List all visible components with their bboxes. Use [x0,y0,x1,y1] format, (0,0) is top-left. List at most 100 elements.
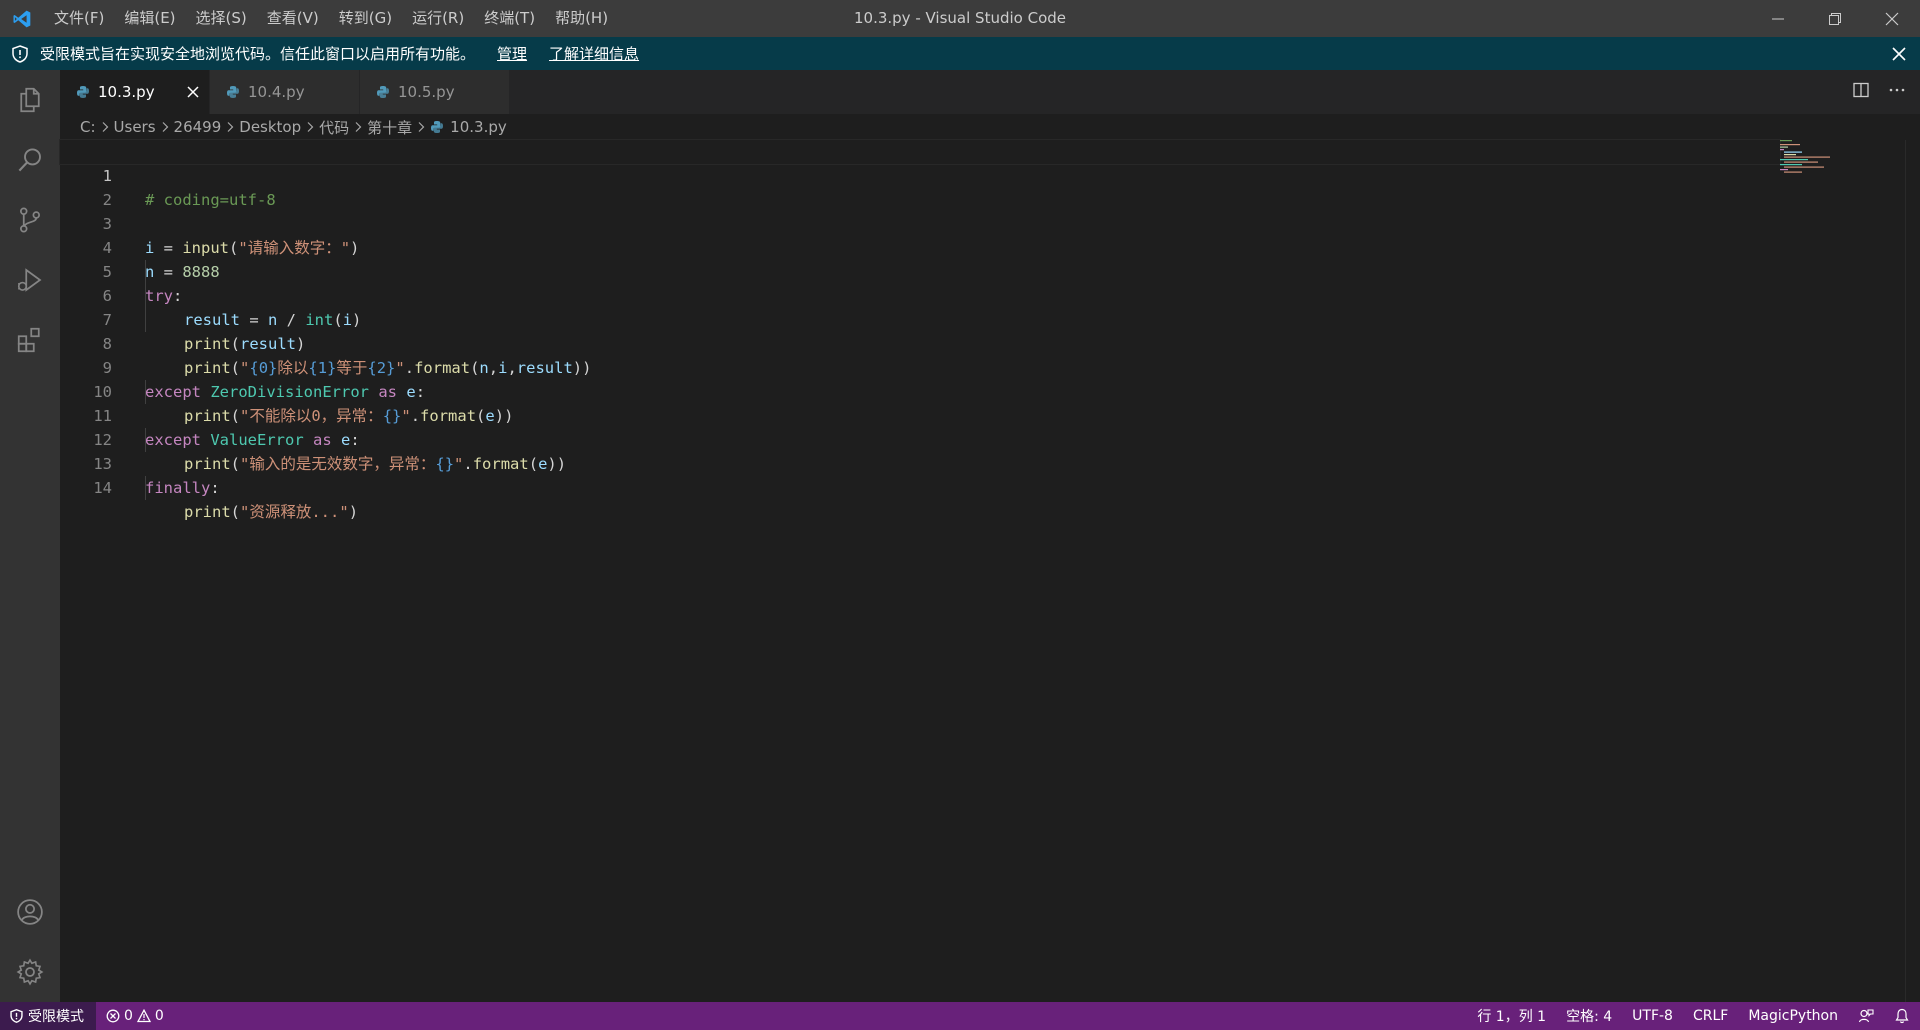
search-button[interactable] [0,130,60,190]
code-line[interactable]: 7 print(result) [60,284,1780,353]
code-line[interactable]: 10 print("不能除以0，异常：{}".format(e)) [60,356,1780,425]
notifications-button[interactable] [1884,1002,1920,1030]
code-line[interactable]: 12 print("输入的是无效数字，异常：{}".format(e)) [60,404,1780,473]
tab-10-4-py[interactable]: 10.4.py [210,70,360,114]
warning-icon [136,1009,151,1023]
explorer-button[interactable] [0,70,60,130]
code-line[interactable]: 14 print("资源释放...") [60,452,1780,521]
menu-terminal[interactable]: 终端(T) [474,0,545,37]
vertical-scrollbar[interactable] [1905,140,1920,1002]
python-file-icon [226,85,240,99]
gear-icon [16,958,44,986]
code-line[interactable]: 2 [60,164,1780,209]
menu-view[interactable]: 查看(V) [257,0,329,37]
activity-bar-bottom [0,882,60,1002]
banner-manage-link[interactable]: 管理 [497,43,527,64]
error-count: 0 [124,1008,133,1024]
breadcrumb-desktop[interactable]: Desktop [239,118,301,136]
vscode-logo-icon[interactable] [0,0,44,37]
restricted-mode-label: 受限模式 [28,1009,84,1025]
tab-label: 10.5.py [398,83,455,101]
punct-token: : [210,479,220,497]
breadcrumb-file[interactable]: 10.3.py [430,118,507,136]
bell-icon [1895,1008,1909,1024]
banner-close-button[interactable] [1892,37,1906,70]
code-line[interactable]: 8 print("{0}除以{1}等于{2}".format(n,i,resul… [60,308,1780,377]
punct-token: ) [348,503,359,521]
accounts-button[interactable] [0,882,60,942]
code-line[interactable]: 11 except ValueError as e: [60,380,1780,449]
tab-close-button[interactable] [187,70,199,114]
close-window-button[interactable] [1863,0,1920,37]
encoding-setting[interactable]: UTF-8 [1622,1002,1683,1030]
source-control-button[interactable] [0,190,60,250]
tab-10-5-py[interactable]: 10.5.py [360,70,510,114]
menu-help[interactable]: 帮助(H) [545,0,618,37]
files-icon [20,87,40,113]
minimap[interactable] [1780,140,1840,176]
python-file-icon [76,85,90,99]
status-bar-left: 受限模式 0 0 [0,1002,174,1030]
menu-bar: 文件(F) 编辑(E) 选择(S) 查看(V) 转到(G) 运行(R) 终端(T… [44,0,618,37]
language-mode[interactable]: MagicPython [1738,1002,1848,1030]
minimize-button[interactable] [1749,0,1806,37]
minimize-icon [1771,18,1784,19]
breadcrumb-file-label: 10.3.py [450,118,507,136]
code-line[interactable]: 9 except ZeroDivisionError as e: [60,332,1780,401]
menu-file[interactable]: 文件(F) [44,0,114,37]
error-icon [106,1009,120,1023]
menu-edit[interactable]: 编辑(E) [114,0,185,37]
line-number: 14 [93,479,112,497]
extensions-icon [17,327,40,353]
tab-bar: 10.3.py 10.4.py 10.5.py [60,70,1920,114]
banner-learn-more-link[interactable]: 了解详细信息 [549,43,639,64]
chevron-right-icon [417,121,425,133]
string-token: "资源释放..." [240,503,349,521]
breadcrumb-drive[interactable]: C: [80,118,96,136]
menu-selection[interactable]: 选择(S) [186,0,257,37]
func-token: print [184,503,231,521]
code-line[interactable]: 3 i = input("请输入数字：") [60,188,1780,257]
tab-10-3-py[interactable]: 10.3.py [60,70,210,114]
chevron-right-icon [226,121,234,133]
menu-go[interactable]: 转到(G) [329,0,402,37]
restricted-mode-indicator[interactable]: 受限模式 [0,1002,96,1030]
run-debug-button[interactable] [0,250,60,310]
restricted-mode-banner: 受限模式旨在实现安全地浏览代码。信任此窗口以启用所有功能。 管理 了解详细信息 [0,37,1920,70]
code-line[interactable]: 5 try: [60,236,1780,305]
code-editor[interactable]: 1 # coding=utf-8 2 3 i = input("请输入数字：")… [59,139,1920,1002]
title-bar: 文件(F) 编辑(E) 选择(S) 查看(V) 转到(G) 运行(R) 终端(T… [0,0,1920,37]
code-line[interactable]: 13 finally: [60,428,1780,497]
code-line[interactable]: 4 n = 8888 [60,212,1780,281]
close-icon [1892,46,1906,61]
manage-settings-button[interactable] [0,942,60,1002]
feedback-button[interactable] [1848,1002,1884,1030]
restore-button[interactable] [1806,0,1863,37]
line-content: finally: [145,476,220,500]
breadcrumb-chapter-folder[interactable]: 第十章 [367,117,412,138]
eol-setting[interactable]: CRLF [1683,1002,1738,1030]
breadcrumb-users[interactable]: Users [114,118,156,136]
editor-actions [1852,70,1906,114]
search-icon [18,148,41,172]
chevron-right-icon [161,121,169,133]
extensions-button[interactable] [0,310,60,370]
warning-count: 0 [154,1008,164,1024]
indentation-setting[interactable]: 空格: 4 [1556,1002,1622,1030]
source-control-icon [19,207,40,233]
account-icon [17,899,43,925]
restore-icon [1828,12,1841,25]
python-file-icon [376,85,390,99]
menu-run[interactable]: 运行(R) [402,0,474,37]
more-actions-button[interactable] [1888,81,1906,103]
breadcrumb-user[interactable]: 26499 [174,118,222,136]
cursor-position[interactable]: 行 1，列 1 [1467,1002,1556,1030]
code-line[interactable]: 6 result = n / int(i) [60,260,1780,329]
split-editor-button[interactable] [1852,81,1870,103]
code-line[interactable]: 1 # coding=utf-8 [59,139,1781,209]
problems-indicator[interactable]: 0 0 [96,1002,174,1030]
banner-message: 受限模式旨在实现安全地浏览代码。信任此窗口以启用所有功能。 [40,45,476,63]
breadcrumb-code-folder[interactable]: 代码 [319,117,349,138]
close-icon [187,86,199,98]
chevron-right-icon [101,121,109,133]
